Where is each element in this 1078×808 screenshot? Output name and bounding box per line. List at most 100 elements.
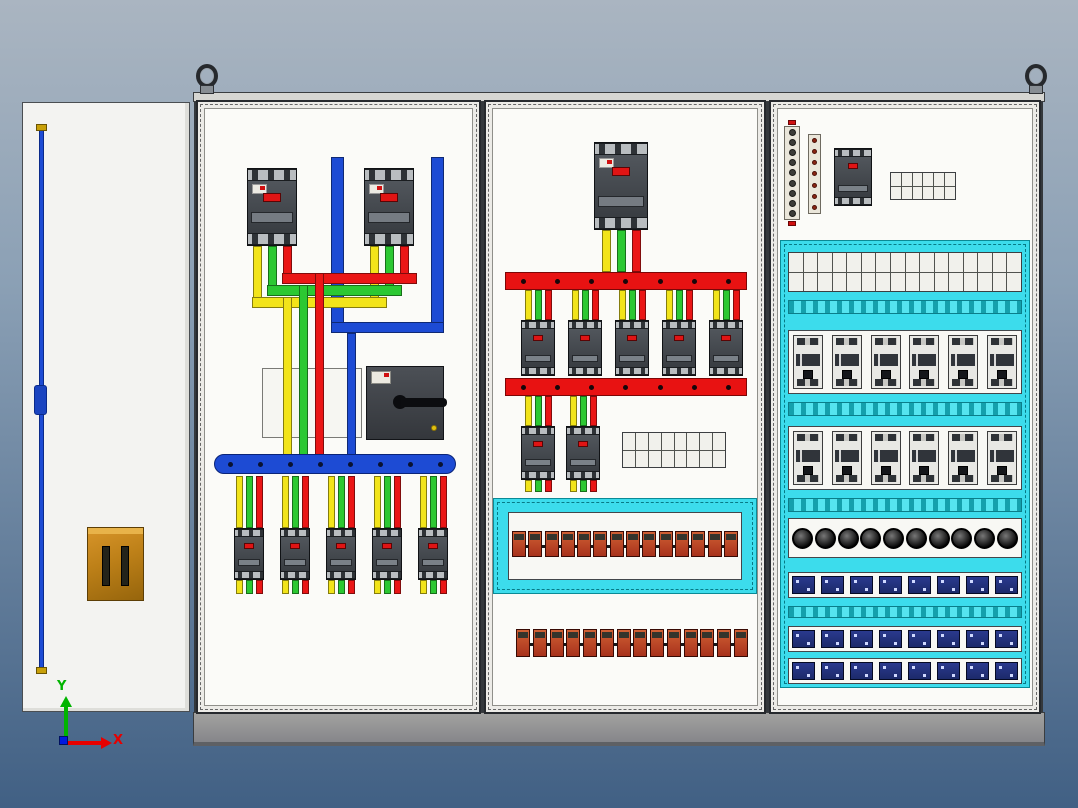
mcb-breaker[interactable] [793, 335, 823, 389]
phase-c-busbar-vertical[interactable] [315, 273, 324, 456]
terminal-block-red[interactable] [583, 629, 598, 657]
terminal-cell[interactable] [832, 253, 847, 272]
breaker-handle-band[interactable] [838, 185, 868, 192]
phase-bar[interactable] [291, 580, 299, 594]
terminal-block-red[interactable] [707, 531, 722, 557]
fuse-holder-round[interactable] [792, 527, 813, 549]
fuse-holder-round[interactable] [996, 527, 1018, 549]
terminal-block-blue[interactable] [879, 630, 902, 648]
z-axis-origin[interactable] [59, 736, 68, 745]
terminal-cell[interactable] [901, 186, 912, 199]
phase-bar[interactable] [373, 476, 381, 528]
terminal-cell[interactable] [949, 272, 963, 291]
breaker-handle-band[interactable] [713, 355, 739, 362]
phase-bar[interactable] [337, 580, 345, 594]
din-rail[interactable] [788, 498, 1022, 512]
phase-bar[interactable] [255, 476, 263, 528]
breaker-handle-band[interactable] [376, 559, 398, 566]
phase-bar[interactable] [245, 580, 253, 594]
mcb-toggle[interactable] [958, 370, 969, 379]
terminal-block-blue[interactable] [908, 576, 931, 594]
phase-bar[interactable] [665, 290, 673, 320]
terminal-cell[interactable] [934, 253, 949, 272]
phase-bar[interactable] [722, 290, 730, 320]
terminal-cell[interactable] [861, 253, 876, 272]
terminal-block-red[interactable] [691, 531, 706, 557]
terminal-cell[interactable] [803, 272, 818, 291]
cad-viewport[interactable]: Y X [0, 0, 1078, 808]
terminal-block-red[interactable] [560, 531, 575, 557]
feeder-breaker[interactable] [568, 320, 602, 376]
terminal-cell[interactable] [803, 253, 818, 272]
terminal-block-blue[interactable] [966, 630, 989, 648]
stud-terminal-strip[interactable] [784, 126, 800, 220]
phase-bar[interactable] [327, 580, 335, 594]
terminal-cell[interactable] [661, 433, 674, 450]
terminal-cell[interactable] [789, 272, 803, 291]
phase-bar[interactable] [383, 476, 391, 528]
terminal-block-blue[interactable] [908, 662, 931, 680]
phase-bar[interactable] [712, 290, 720, 320]
mcb-toggle[interactable] [880, 466, 891, 475]
mcb-toggle[interactable] [880, 370, 891, 379]
phase-bar[interactable] [301, 580, 309, 594]
branch-breaker[interactable] [372, 528, 402, 580]
mcb-breaker[interactable] [986, 431, 1017, 485]
feeder-breaker[interactable] [615, 320, 649, 376]
fuse-holder-round[interactable] [814, 527, 836, 549]
terminal-block-blue[interactable] [792, 576, 815, 594]
fuse-holder-round[interactable] [974, 527, 996, 549]
fuse-holder-round[interactable] [883, 527, 905, 549]
terminal-block-red[interactable] [516, 629, 530, 657]
terminal-cell[interactable] [901, 173, 912, 186]
terminal-cell[interactable] [861, 272, 876, 291]
terminal-block-blue[interactable] [995, 662, 1018, 680]
din-rail[interactable] [788, 606, 1022, 618]
terminal-block-blue[interactable] [821, 630, 844, 648]
phase-bar[interactable] [347, 580, 355, 594]
terminal-cell[interactable] [713, 450, 725, 467]
fuse-holder-round[interactable] [837, 527, 859, 549]
mcb-toggle[interactable] [803, 466, 813, 475]
breaker-handle-band[interactable] [330, 559, 352, 566]
mcb-toggle[interactable] [958, 466, 969, 475]
mcb-breaker[interactable] [909, 335, 940, 389]
phase-bar[interactable] [235, 580, 243, 594]
terminal-cell[interactable] [912, 186, 923, 199]
phase-bar[interactable] [524, 480, 532, 492]
mcb-breaker[interactable] [793, 431, 823, 485]
phase-bar[interactable] [439, 476, 447, 528]
mcb-toggle[interactable] [996, 370, 1007, 379]
panel2-incomer-breaker[interactable] [594, 142, 648, 230]
terminal-block-red[interactable] [674, 531, 689, 557]
terminal-cell[interactable] [674, 433, 687, 450]
terminal-block-red[interactable] [549, 629, 564, 657]
sub-breaker[interactable] [566, 426, 600, 480]
terminal-block-blue[interactable] [966, 662, 989, 680]
phase-bar[interactable] [281, 476, 289, 528]
terminal-cell[interactable] [920, 253, 934, 272]
terminal-cell[interactable] [890, 272, 905, 291]
terminal-block-red[interactable] [544, 531, 559, 557]
phase-b-busbar-vertical[interactable] [299, 285, 308, 456]
branch-breaker[interactable] [326, 528, 356, 580]
terminal-block-red[interactable] [616, 629, 631, 657]
phase-bar[interactable] [419, 476, 427, 528]
branch-breaker[interactable] [418, 528, 448, 580]
terminal-cell[interactable] [661, 450, 674, 467]
phase-bar[interactable] [631, 230, 641, 272]
mcb-toggle[interactable] [996, 466, 1007, 475]
terminal-block-red[interactable] [528, 531, 543, 557]
breaker-handle-band[interactable] [525, 355, 551, 362]
terminal-block-red[interactable] [609, 531, 624, 557]
breaker-handle-band[interactable] [525, 459, 551, 466]
terminal-cell[interactable] [876, 253, 890, 272]
terminal-cell[interactable] [963, 272, 978, 291]
red-busbar-upper[interactable] [505, 272, 747, 290]
terminal-cell[interactable] [648, 450, 661, 467]
phase-bar[interactable] [383, 580, 391, 594]
door-handle-box[interactable] [87, 527, 144, 601]
incomer-breaker[interactable] [364, 168, 414, 246]
terminal-cell[interactable] [920, 272, 934, 291]
mcb-toggle[interactable] [841, 466, 852, 475]
